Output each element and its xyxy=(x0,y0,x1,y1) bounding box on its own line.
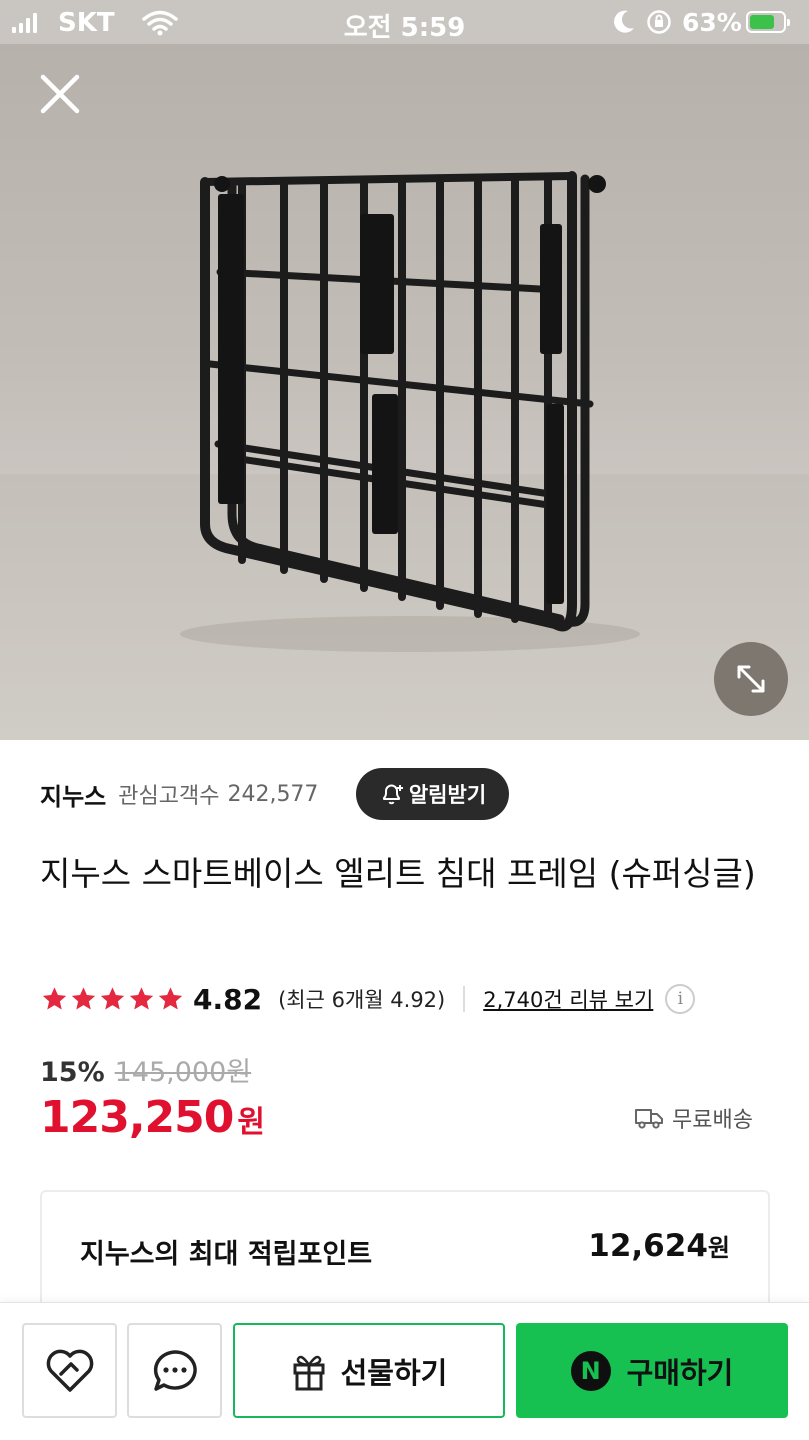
price-row: 123,250 원 xyxy=(40,1092,265,1143)
bottom-action-bar: 선물하기 N 구매하기 xyxy=(0,1302,809,1440)
points-label: 지누스의 최대 적립포인트 xyxy=(80,1239,373,1270)
recent-rating: (최근 6개월 4.92) xyxy=(278,988,446,1012)
close-button[interactable] xyxy=(36,70,84,118)
expand-icon xyxy=(737,665,765,693)
truck-icon xyxy=(635,1109,663,1129)
fullscreen-button[interactable] xyxy=(714,642,788,716)
seller-row: 지누스 관심고객수 242,577 xyxy=(40,768,318,820)
price-unit: 원 xyxy=(237,1105,266,1140)
review-link[interactable]: 2,740건 리뷰 보기 xyxy=(483,984,653,1014)
buy-button-label: 구매하기 xyxy=(626,1355,734,1390)
moon-icon xyxy=(614,10,634,33)
sale-price: 123,250 xyxy=(40,1092,234,1143)
info-icon[interactable]: i xyxy=(665,984,696,1014)
rotation-lock-icon xyxy=(647,10,671,34)
chat-bubble-icon xyxy=(153,1349,197,1391)
star-icon xyxy=(100,987,125,1010)
gift-icon xyxy=(293,1355,325,1390)
alarm-button-label: 알림받기 xyxy=(408,783,487,807)
like-button[interactable] xyxy=(22,1323,117,1418)
star-icon xyxy=(71,987,96,1010)
naver-pay-icon: N xyxy=(570,1350,611,1391)
close-icon xyxy=(40,74,80,114)
star-icon xyxy=(129,987,154,1010)
discount-row: 15% 145,000원 xyxy=(40,1050,251,1089)
bell-plus-icon xyxy=(382,784,403,805)
chat-button[interactable] xyxy=(127,1323,222,1418)
heart-icon xyxy=(46,1349,93,1392)
seller-name[interactable]: 지누스 xyxy=(40,777,106,812)
discount-percent: 15% xyxy=(40,1057,105,1088)
divider xyxy=(463,986,466,1012)
gift-button-label: 선물하기 xyxy=(340,1355,448,1390)
rating-score: 4.82 xyxy=(193,982,263,1016)
points-unit: 원 xyxy=(707,1234,730,1262)
gift-button[interactable]: 선물하기 xyxy=(233,1323,505,1418)
star-icon xyxy=(42,987,67,1010)
buy-button[interactable]: N 구매하기 xyxy=(516,1323,788,1418)
battery-percent: 63% xyxy=(682,8,742,37)
points-value-wrap: 12,624원 xyxy=(588,1228,730,1264)
product-image-gallery[interactable] xyxy=(0,44,809,740)
original-price: 145,000원 xyxy=(114,1057,252,1088)
status-bar: SKT 오전 5:59 63% xyxy=(0,0,809,44)
bed-frame-photo xyxy=(180,171,640,652)
battery-icon xyxy=(746,11,790,33)
points-value: 12,624 xyxy=(588,1228,708,1264)
fans-count: 242,577 xyxy=(227,781,319,807)
fans-label: 관심고객수 xyxy=(118,784,220,809)
star-icon xyxy=(158,987,183,1010)
star-rating xyxy=(40,985,185,1013)
rating-row: 4.82 (최근 6개월 4.92) 2,740건 리뷰 보기 i xyxy=(40,980,696,1018)
shipping-info: 무료배송 xyxy=(634,1102,753,1134)
product-title: 지누스 스마트베이스 엘리트 침대 프레임 (슈퍼싱글) xyxy=(40,854,756,893)
alarm-button[interactable]: 알림받기 xyxy=(356,768,509,820)
shipping-label: 무료배송 xyxy=(672,1108,753,1133)
